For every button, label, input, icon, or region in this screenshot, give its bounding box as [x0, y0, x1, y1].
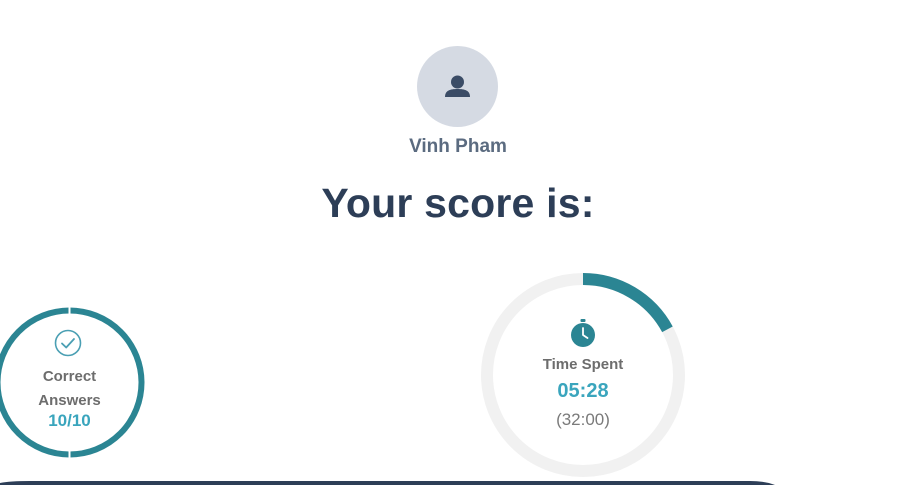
bottom-divider: [0, 481, 775, 485]
score-heading: Your score is:: [321, 180, 595, 226]
correct-answers-value: 10/10: [48, 411, 91, 430]
user-icon: [445, 75, 470, 97]
correct-answers-card: Correct Answers 10/10: [0, 306, 146, 459]
stopwatch-icon: [571, 319, 595, 347]
time-limit-value: (32:00): [556, 410, 610, 429]
time-spent-value: 05:28: [557, 380, 609, 402]
check-circle-icon: [54, 329, 82, 357]
score-page: Vinh Pham Your score is: Correct Answers …: [0, 0, 900, 485]
time-spent-label: Time Spent: [542, 356, 624, 373]
time-spent-card: Time Spent 05:28 (32:00): [476, 268, 690, 482]
time-spent-ring: [481, 273, 685, 477]
correct-answers-label: Correct Answers: [38, 368, 101, 409]
avatar: [417, 46, 498, 127]
user-name: Vinh Pham: [409, 136, 507, 157]
